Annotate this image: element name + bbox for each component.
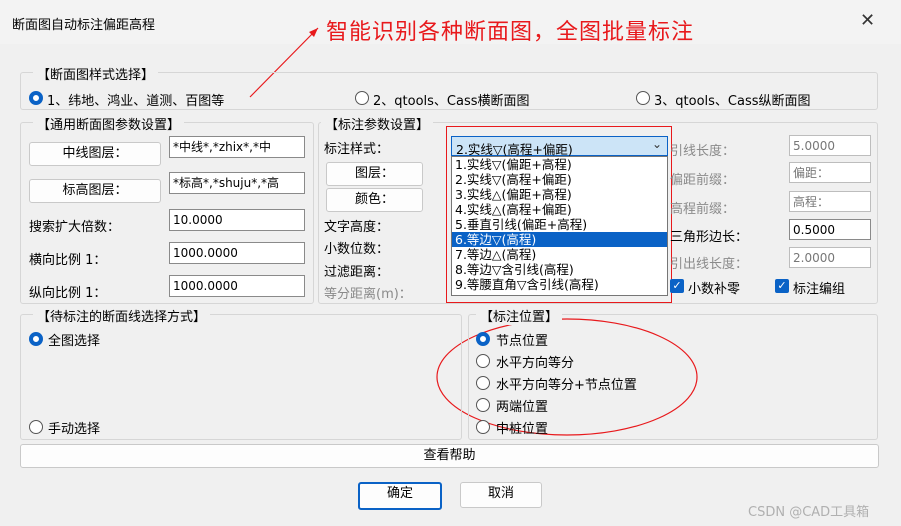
equal-distance-label: 等分距离(m)： — [324, 287, 412, 302]
search-factor-input[interactable]: 10.0000 — [169, 209, 305, 231]
layer-button[interactable]: 图层： — [326, 162, 423, 186]
position-radio-equal-node[interactable] — [476, 376, 490, 390]
dropdown-item[interactable]: 5.垂直引线(偏距+高程) — [452, 217, 667, 232]
position-label-equal-node: 水平方向等分+节点位置 — [496, 378, 637, 393]
search-factor-label: 搜索扩大倍数： — [29, 220, 121, 235]
dropdown-item[interactable]: 2.实线▽(高程+偏距) — [452, 172, 667, 187]
general-params-title: 【通用断面图参数设置】 — [33, 114, 185, 133]
v-scale-label: 纵向比例 1： — [29, 286, 107, 301]
leader-length-input[interactable]: 5.0000 — [789, 135, 871, 156]
h-scale-label: 横向比例 1： — [29, 253, 107, 268]
offset-prefix-label: 偏距前缀： — [670, 173, 736, 188]
text-height-label: 文字高度： — [324, 220, 390, 235]
leader-length-label: 引线长度： — [670, 144, 736, 159]
position-title: 【标注位置】 — [476, 306, 563, 325]
position-label-equal: 水平方向等分 — [496, 356, 575, 371]
dropdown-item[interactable]: 8.等边▽含引线(高程) — [452, 262, 667, 277]
group-checkbox[interactable]: ✓ — [775, 279, 789, 293]
cancel-button[interactable]: 取消 — [460, 482, 542, 508]
manual-select-label: 手动选择 — [48, 422, 101, 437]
triangle-side-label: 三角形边长： — [670, 230, 749, 245]
h-scale-input[interactable]: 1000.0000 — [169, 242, 305, 264]
zero-pad-label: 小数补零 — [688, 282, 741, 297]
dropdown-item[interactable]: 9.等腰直角▽含引线(高程) — [452, 277, 667, 292]
style-option-2-label: 2、qtools、Cass横断面图 — [373, 94, 530, 109]
decimals-label: 小数位数： — [324, 242, 390, 257]
selection-title: 【待标注的断面线选择方式】 — [33, 306, 211, 325]
elev-prefix-input[interactable]: 高程： — [789, 191, 871, 212]
position-radio-ends[interactable] — [476, 398, 490, 412]
style-radio-2[interactable] — [355, 91, 369, 105]
select-all-radio[interactable] — [29, 332, 43, 346]
select-all-label: 全图选择 — [48, 334, 101, 349]
zero-pad-checkbox[interactable]: ✓ — [670, 279, 684, 293]
dropdown-item[interactable]: 3.实线△(偏距+高程) — [452, 187, 667, 202]
color-button[interactable]: 颜色： — [326, 188, 423, 212]
centerline-layer-button[interactable]: 中线图层： — [29, 142, 161, 166]
group-label: 标注编组 — [793, 282, 846, 297]
elevation-layer-button[interactable]: 标高图层： — [29, 179, 161, 203]
dropdown-item-selected[interactable]: 6.等边▽(高程) — [452, 232, 667, 247]
chevron-down-icon: ⌄ — [651, 137, 662, 151]
elevation-layer-input[interactable]: *标高*,*shuju*,*高 — [169, 172, 305, 194]
ok-button[interactable]: 确定 — [358, 482, 442, 510]
v-scale-input[interactable]: 1000.0000 — [169, 275, 305, 297]
watermark: CSDN @CAD工具箱 — [748, 505, 870, 520]
style-option-3-label: 3、qtools、Cass纵断面图 — [654, 94, 811, 109]
position-radio-node[interactable] — [476, 332, 490, 346]
filter-distance-label: 过滤距离： — [324, 265, 390, 280]
centerline-layer-input[interactable]: *中线*,*zhix*,*中 — [169, 136, 305, 158]
extend-length-input[interactable]: 2.0000 — [789, 247, 871, 268]
elev-prefix-label: 高程前缀： — [670, 202, 736, 217]
label-params-title: 【标注参数设置】 — [321, 114, 434, 133]
style-select-title: 【断面图样式选择】 — [33, 64, 159, 83]
manual-select-radio[interactable] — [29, 420, 43, 434]
triangle-side-input[interactable]: 0.5000 — [789, 219, 871, 240]
position-label-node: 节点位置 — [496, 334, 549, 349]
dropdown-item[interactable]: 7.等边△(高程) — [452, 247, 667, 262]
label-style-select[interactable]: 2.实线▽(高程+偏距) ⌄ — [451, 136, 668, 157]
offset-prefix-input[interactable]: 偏距： — [789, 162, 871, 183]
style-radio-3[interactable] — [636, 91, 650, 105]
position-radio-center[interactable] — [476, 420, 490, 434]
style-radio-1[interactable] — [29, 91, 43, 105]
position-label-center: 中桩位置 — [496, 422, 549, 437]
help-button[interactable]: 查看帮助 — [20, 444, 879, 468]
dropdown-item[interactable]: 4.实线△(高程+偏距) — [452, 202, 667, 217]
dropdown-item[interactable]: 1.实线▽(偏距+高程) — [452, 157, 667, 172]
label-style-dropdown[interactable]: 1.实线▽(偏距+高程) 2.实线▽(高程+偏距) 3.实线△(偏距+高程) 4… — [451, 156, 668, 296]
extend-length-label: 引出线长度： — [670, 257, 749, 272]
position-label-ends: 两端位置 — [496, 400, 549, 415]
label-style-label: 标注样式： — [324, 142, 390, 157]
style-option-1-label: 1、纬地、鸿业、道测、百图等 — [47, 94, 225, 109]
position-radio-equal[interactable] — [476, 354, 490, 368]
